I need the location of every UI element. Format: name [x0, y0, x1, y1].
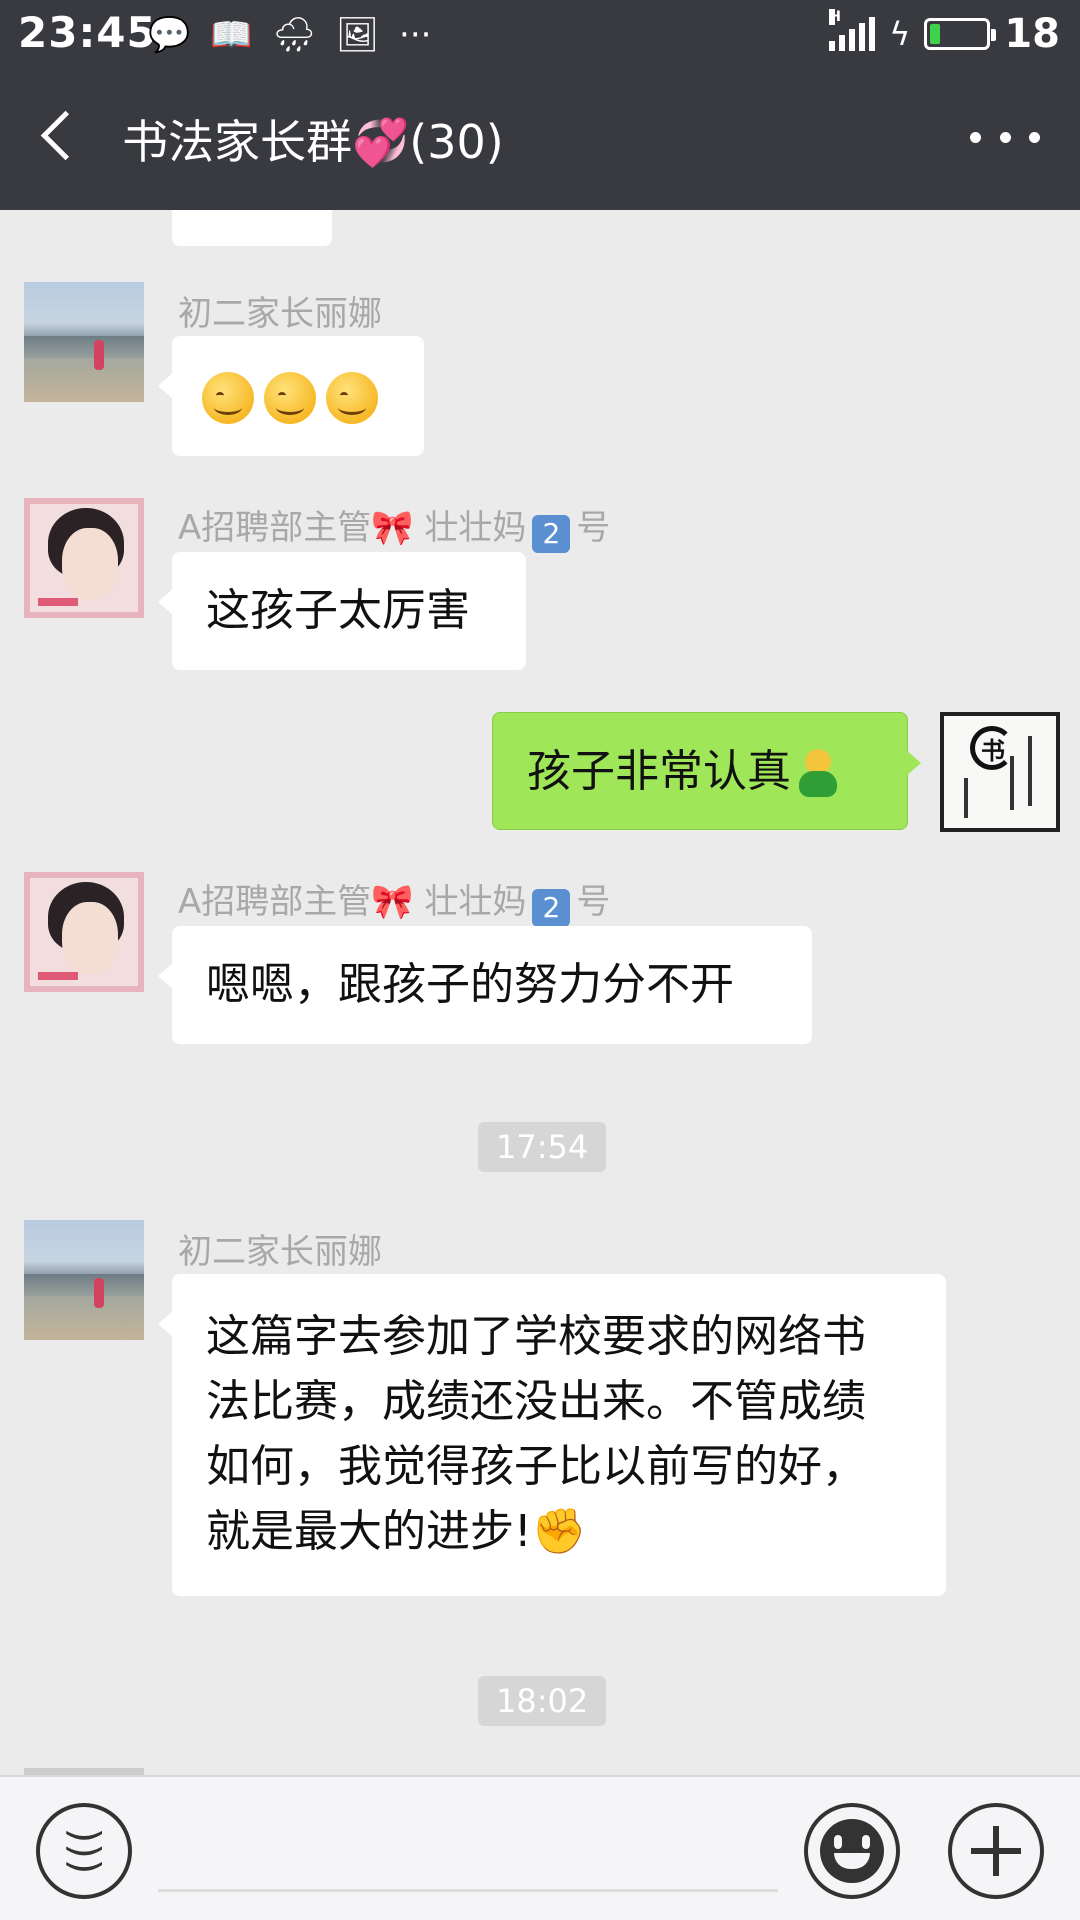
plus-icon[interactable] — [948, 1803, 1044, 1899]
avatar[interactable] — [24, 498, 144, 618]
smile-emoji-icon — [264, 372, 316, 424]
bow-emoji: 🎀 — [371, 508, 414, 548]
my-message-bubble[interactable]: 孩子非常认真 — [492, 712, 921, 830]
status-time: 23:45 — [18, 8, 157, 57]
avatar[interactable] — [24, 1220, 144, 1340]
avatar[interactable] — [24, 1768, 144, 1775]
weather-icon: 🌧 — [272, 15, 316, 55]
image-icon: 🖼 — [335, 15, 380, 55]
title-bar: 书法家长群💞(30) — [0, 70, 1080, 210]
sender-name: A招聘部主管🎀 壮壮妈 2 号 — [178, 500, 610, 553]
sender-name: 初二家长丽娜 — [178, 294, 382, 334]
back-arrow-icon[interactable] — [36, 106, 96, 166]
avatar[interactable] — [24, 282, 144, 402]
emoji-icon[interactable] — [804, 1803, 900, 1899]
previous-message-bubble[interactable] — [172, 210, 332, 246]
chat-title: 书法家长群💞(30) — [122, 115, 504, 169]
smile-emoji-icon — [202, 372, 254, 424]
more-dots-icon: ··· — [399, 15, 432, 55]
sender-name: A招聘部主管🎀 壮壮妈 2 号 — [178, 874, 610, 927]
status-right: H ϟ 18 — [829, 8, 1060, 60]
number-badge: 2 — [532, 889, 571, 927]
number-badge: 2 — [532, 515, 571, 553]
smile-emoji-icon — [326, 372, 378, 424]
message-bubble[interactable] — [158, 336, 424, 456]
my-avatar[interactable]: 书 — [940, 712, 1060, 832]
message-icon: 💬 — [148, 15, 191, 55]
message-input[interactable] — [158, 1889, 778, 1892]
status-icons: 💬 📖 🌧 🖼 ··· — [148, 14, 431, 56]
voice-icon[interactable]: ))) — [36, 1803, 132, 1899]
fist-emoji-icon: ✊ — [531, 1506, 587, 1557]
chat-area[interactable]: 初二家长丽娜 A招聘部主管🎀 壮壮妈 2 号 这孩子太厉害 孩子非常认真 书 A招聘… — [0, 210, 1080, 1775]
charging-icon: ϟ — [889, 15, 911, 53]
message-bubble[interactable]: 这篇字去参加了学校要求的网络书 法比赛，成绩还没出来。不管成绩 如何，我觉得孩子… — [158, 1274, 946, 1596]
avatar[interactable] — [24, 872, 144, 992]
reader-icon: 📖 — [210, 15, 253, 55]
battery-level: 18 — [1004, 11, 1060, 57]
message-bubble[interactable]: 这孩子太厉害 — [158, 552, 526, 670]
battery-icon — [924, 18, 997, 50]
status-bar: 23:45 💬 📖 🌧 🖼 ··· H ϟ 18 — [0, 0, 1080, 70]
top-bar: 23:45 💬 📖 🌧 🖼 ··· H ϟ 18 书法家长群💞(30) — [0, 0, 1080, 210]
more-options-icon[interactable] — [970, 112, 1040, 162]
signal-icon: H — [829, 9, 876, 51]
network-type: H — [829, 9, 841, 25]
message-bubble[interactable]: 嗯嗯，跟孩子的努力分不开 — [158, 926, 812, 1044]
bow-emoji: 🎀 — [371, 882, 414, 922]
sender-name: 初二家长丽娜 — [178, 1232, 382, 1272]
timestamp: 17:54 — [478, 1122, 607, 1172]
green-man-emoji-icon — [795, 749, 841, 799]
input-bar: ))) — [0, 1775, 1080, 1920]
timestamp: 18:02 — [478, 1676, 607, 1726]
